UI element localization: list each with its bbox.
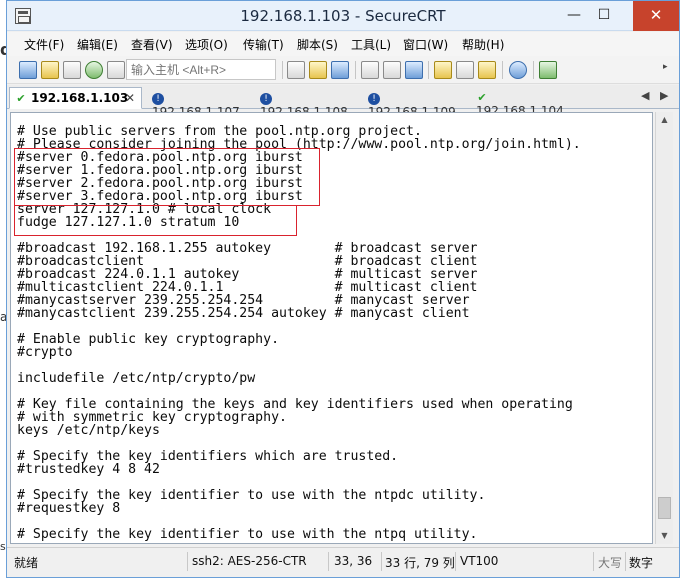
toolbar-separator: [282, 61, 283, 79]
menu-tools[interactable]: 工具(L): [351, 36, 391, 53]
toolbar-overflow-icon[interactable]: ▸: [663, 62, 675, 78]
scroll-down-icon[interactable]: ▼: [656, 528, 673, 544]
terminal-line: #manycastclient 239.255.254.254 autokey …: [17, 306, 470, 321]
annotation-box-commented-servers: [14, 148, 320, 206]
toolbar: ▸: [7, 56, 679, 84]
title-bar[interactable]: 192.168.1.103 - SecureCRT — ☐ ✕: [7, 1, 679, 31]
menu-file[interactable]: 文件(F): [24, 36, 64, 53]
disconnect-icon[interactable]: [107, 61, 125, 79]
disconnected-info-icon: !: [260, 93, 272, 105]
status-divider: [593, 552, 594, 571]
status-divider: [381, 552, 382, 571]
tab-192-168-1-104[interactable]: ✔192.168.1.104: [471, 87, 579, 118]
status-bar: 就绪 ssh2: AES-256-CTR 33, 36 33 行, 79 列 V…: [7, 547, 679, 575]
status-divider: [455, 552, 456, 571]
tab-192-168-1-108[interactable]: !192.168.1.108: [255, 87, 361, 119]
status-terminal-size: 33 行, 79 列: [385, 556, 455, 570]
toolbar-separator: [428, 61, 429, 79]
annotation-box-local-clock: [14, 205, 297, 236]
keymap-icon[interactable]: [478, 61, 496, 79]
global-options-icon[interactable]: [456, 61, 474, 79]
menu-script[interactable]: 脚本(S): [297, 36, 338, 53]
session-options-icon[interactable]: [434, 61, 452, 79]
terminal-line: keys /etc/ntp/keys: [17, 423, 160, 438]
tab-scroll-right-icon[interactable]: ▶: [660, 89, 668, 102]
connected-check-icon: ✔: [477, 91, 487, 104]
disconnected-info-icon: !: [368, 93, 380, 105]
help-icon[interactable]: [509, 61, 527, 79]
minimize-button[interactable]: —: [559, 1, 589, 31]
menu-transfer[interactable]: 传输(T): [243, 36, 284, 53]
sftp-icon[interactable]: [539, 61, 557, 79]
status-divider: [625, 552, 626, 571]
print-setup-icon[interactable]: [383, 61, 401, 79]
tab-192-168-1-103[interactable]: ✔ 192.168.1.103 ✕: [9, 87, 142, 109]
terminal-line: #requestkey 8: [17, 501, 121, 516]
maximize-button[interactable]: ☐: [589, 1, 619, 31]
status-caps-lock: 大写: [598, 556, 623, 570]
scroll-thumb[interactable]: [658, 497, 671, 519]
terminal-screen[interactable]: # Use public servers from the pool.ntp.o…: [10, 112, 653, 544]
menu-options[interactable]: 选项(O): [185, 36, 228, 53]
securecrt-window: 192.168.1.103 - SecureCRT — ☐ ✕ 文件(F) 编辑…: [6, 0, 680, 578]
connect-icon[interactable]: [19, 61, 37, 79]
connected-check-icon: ✔: [16, 92, 26, 105]
find-icon[interactable]: [331, 61, 349, 79]
tab-192-168-1-107[interactable]: !192.168.1.107: [147, 87, 253, 119]
status-encryption: ssh2: AES-256-CTR: [192, 554, 307, 568]
status-num-lock: 数字: [629, 556, 654, 570]
command-input[interactable]: [126, 59, 276, 80]
toolbar-separator: [355, 61, 356, 79]
menu-window[interactable]: 窗口(W): [403, 36, 448, 53]
menu-bar: 文件(F) 编辑(E) 查看(V) 选项(O) 传输(T) 脚本(S) 工具(L…: [7, 32, 679, 56]
status-ready: 就绪: [14, 556, 39, 570]
status-divider: [328, 552, 329, 571]
quick-connect-icon[interactable]: [41, 61, 59, 79]
tab-scroll-left-icon[interactable]: ◀: [641, 89, 649, 102]
tab-192-168-1-109[interactable]: !192.168.1.109: [363, 87, 469, 119]
tab-close-icon[interactable]: ✕: [125, 91, 135, 105]
scroll-up-icon[interactable]: ▲: [656, 112, 673, 128]
close-button[interactable]: ✕: [633, 1, 679, 31]
toolbar-separator: [533, 61, 534, 79]
menu-view[interactable]: 查看(V): [131, 36, 173, 53]
vertical-scrollbar[interactable]: ▲ ▼: [655, 112, 673, 544]
paste-icon[interactable]: [309, 61, 327, 79]
menu-help[interactable]: 帮助(H): [462, 36, 504, 53]
tab-label: 192.168.1.103: [31, 91, 129, 105]
status-divider: [187, 552, 188, 571]
status-emulation: VT100: [460, 554, 499, 568]
reconnect-icon[interactable]: [85, 61, 103, 79]
connect-in-tab-icon[interactable]: [63, 61, 81, 79]
terminal-line: #crypto: [17, 345, 73, 360]
copy-icon[interactable]: [287, 61, 305, 79]
terminal-line: # Specify the key identifier to use with…: [17, 527, 478, 542]
terminal-line: #trustedkey 4 8 42: [17, 462, 160, 477]
status-cursor-position: 33, 36: [334, 554, 373, 568]
menu-edit[interactable]: 编辑(E): [77, 36, 118, 53]
disconnected-info-icon: !: [152, 93, 164, 105]
print-icon[interactable]: [361, 61, 379, 79]
session-tab-bar: ✔ 192.168.1.103 ✕ !192.168.1.107 !192.168…: [7, 85, 679, 119]
terminal-line: includefile /etc/ntp/crypto/pw: [17, 371, 256, 386]
log-session-icon[interactable]: [405, 61, 423, 79]
toolbar-separator: [502, 61, 503, 79]
